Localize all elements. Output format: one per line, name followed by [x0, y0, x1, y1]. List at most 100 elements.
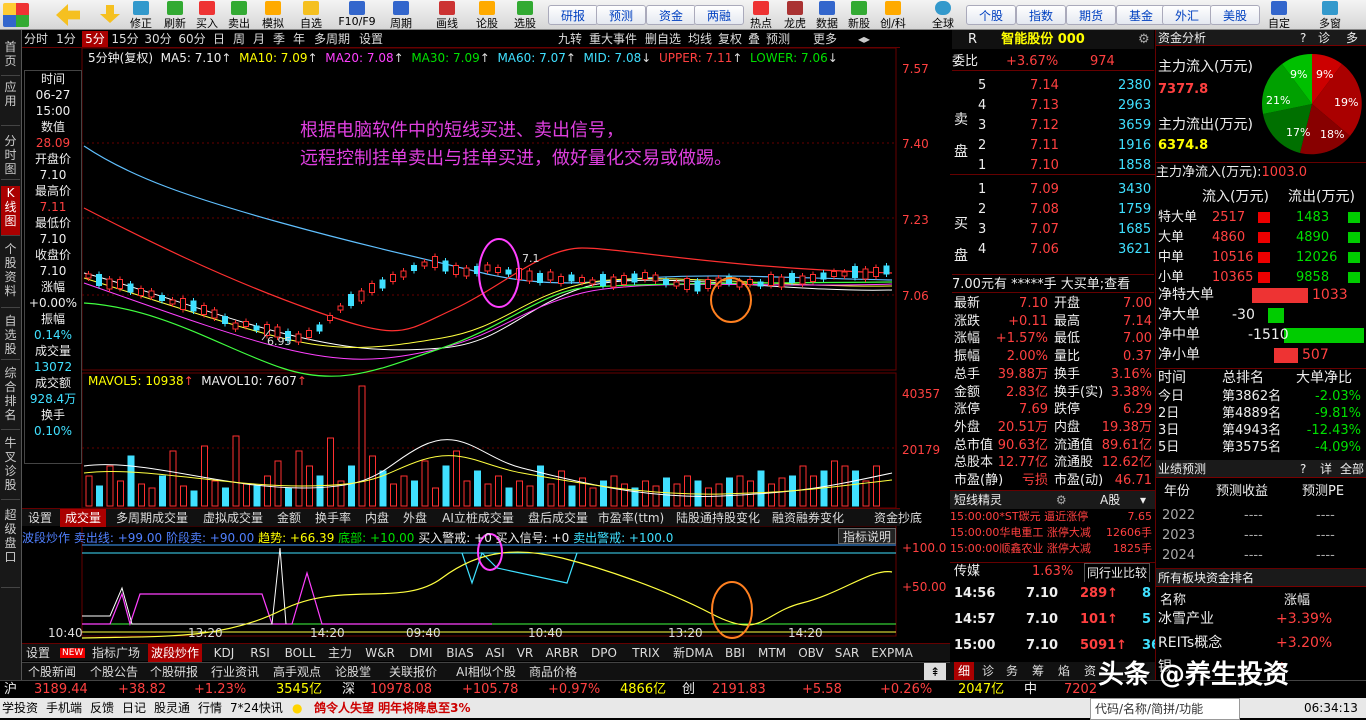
toolbar-btn-6[interactable]: F10/F9 [334, 0, 380, 30]
ind-tab-outer[interactable]: 外盘 [398, 509, 432, 527]
btn-events[interactable]: 重大事件 [586, 31, 640, 47]
diagnose-link[interactable]: 诊 [1318, 30, 1330, 46]
back-icon[interactable] [50, 0, 86, 30]
nav-superdisk[interactable]: 超级盘口 [1, 508, 20, 588]
news-tab-notice[interactable]: 个股公告 [86, 663, 142, 681]
toolbar-btn-16[interactable]: 全球 [926, 0, 960, 30]
ind-tab-after[interactable]: 盘后成交量 [522, 509, 594, 527]
news-tab-research[interactable]: 个股研报 [146, 663, 202, 681]
help-icon[interactable]: ? [1300, 30, 1306, 46]
elite-row[interactable]: 15:00:00华电重工 涨停大减 12606手 [950, 525, 1156, 541]
btn-ma[interactable]: 均线 [686, 31, 714, 47]
rtab-chips[interactable]: 筹 [1028, 662, 1048, 680]
period-settings[interactable]: 设置 [356, 31, 386, 47]
btab-settings[interactable]: 设置 [22, 644, 54, 662]
forward-icon[interactable] [92, 0, 128, 30]
toolbar-btn-17[interactable]: 自定 [1262, 0, 1296, 30]
chevron-down-icon[interactable]: ▾ [1140, 491, 1146, 509]
ind-tab-inner[interactable]: 内盘 [360, 509, 394, 527]
status-mobile[interactable]: 手机端 [46, 698, 82, 718]
period-30m[interactable]: 30分 [142, 31, 174, 47]
btab-dpo[interactable]: DPO [586, 644, 622, 662]
status-diary[interactable]: 日记 [122, 698, 146, 718]
elite-row[interactable]: 15:00:00*ST碳元 逼近涨停 7.65 [950, 509, 1156, 525]
tab-margin[interactable]: 两融 [694, 5, 744, 25]
toolbar-btn-8[interactable]: 画线 [430, 0, 464, 30]
toolbar-btn-2[interactable]: 买入 [190, 0, 224, 30]
btab-expma[interactable]: EXPMA [868, 644, 916, 662]
btab-rsi[interactable]: RSI [244, 644, 276, 662]
btab-mtm[interactable]: MTM [754, 644, 790, 662]
period-year[interactable]: 年 [290, 31, 308, 47]
rtab-diagnose[interactable]: 诊 [978, 662, 998, 680]
tab-forex[interactable]: 外汇 [1162, 5, 1212, 25]
nav-kline[interactable]: K线图 [1, 186, 20, 236]
btab-band[interactable]: 波段炒作 [148, 644, 202, 662]
btab-asi[interactable]: ASI [480, 644, 510, 662]
indicator-help-button[interactable]: 指标说明 [838, 528, 896, 544]
btab-trix[interactable]: TRIX [626, 644, 666, 662]
rtab-flame[interactable]: 焰 [1054, 662, 1074, 680]
ind-tab-ai[interactable]: AI立桩成交量 [436, 509, 520, 527]
tab-forecast[interactable]: 预测 [596, 5, 646, 25]
forecast-all-link[interactable]: 全部 [1340, 460, 1364, 478]
period-5m[interactable]: 5分 [82, 31, 108, 47]
period-fs[interactable]: 分时 [22, 31, 50, 47]
toolbar-btn-4[interactable]: 模拟 [256, 0, 290, 30]
btn-overlay[interactable]: 叠 [746, 31, 762, 47]
period-60m[interactable]: 60分 [176, 31, 208, 47]
tab-research[interactable]: 研报 [548, 5, 598, 25]
nav-timeshare[interactable]: 分时图 [1, 134, 20, 180]
more-link[interactable]: 多 [1346, 30, 1358, 46]
btab-indicator-square[interactable]: 指标广场 [86, 644, 146, 662]
rtab-capital[interactable]: 资 [1080, 662, 1100, 680]
btn-jiuzhuan[interactable]: 九转 [556, 31, 584, 47]
ind-tab-virtual-vol[interactable]: 虚拟成交量 [198, 509, 268, 527]
ind-tab-turnover[interactable]: 换手率 [310, 509, 356, 527]
toolbar-btn-9[interactable]: 论股 [470, 0, 504, 30]
ind-tab-multi-vol[interactable]: 多周期成交量 [110, 509, 194, 527]
period-15m[interactable]: 15分 [110, 31, 140, 47]
toolbar-btn-5[interactable]: 自选 [294, 0, 328, 30]
period-month[interactable]: 月 [250, 31, 268, 47]
btab-bbi[interactable]: BBI [720, 644, 750, 662]
btab-wr[interactable]: W&R [360, 644, 400, 662]
news-tab-ai-similar[interactable]: AI相似个股 [450, 663, 522, 681]
ind-tab-hk-connect[interactable]: 陆股通持股变化 [670, 509, 766, 527]
tab-capital[interactable]: 资金 [646, 5, 696, 25]
btab-main-force[interactable]: 主力 [324, 644, 356, 662]
big-order-row[interactable]: 7.00元有 *****手 大买单;查看 [952, 274, 1154, 293]
status-stocklink[interactable]: 股灵通 [154, 698, 190, 718]
elite-row[interactable]: 15:00:00顺鑫农业 涨停大减 1825手 [950, 541, 1156, 557]
ind-tab-pe[interactable]: 市盈率(ttm) [596, 509, 666, 527]
btab-boll[interactable]: BOLL [280, 644, 320, 662]
tab-index[interactable]: 指数 [1016, 5, 1066, 25]
forecast-help-icon[interactable]: ? [1300, 460, 1306, 478]
elite-filter[interactable]: A股 [1100, 491, 1120, 509]
nav-home[interactable]: 首页 [1, 40, 20, 76]
industry-compare-button[interactable]: 同行业比较 [1084, 563, 1151, 583]
status-feedback[interactable]: 反馈 [90, 698, 114, 718]
nav-ranking[interactable]: 综合排名 [1, 366, 20, 430]
tab-us-stock[interactable]: 美股 [1210, 5, 1260, 25]
ind-tab-volume[interactable]: 成交量 [60, 509, 106, 527]
tab-futures[interactable]: 期货 [1066, 5, 1116, 25]
toolbar-btn-11[interactable]: 热点 [744, 0, 778, 30]
btn-del-watch[interactable]: 删自选 [642, 31, 684, 47]
period-day[interactable]: 日 [210, 31, 228, 47]
collapse-icon[interactable]: ◂▸ [844, 31, 884, 47]
status-market[interactable]: 行情 [198, 698, 222, 718]
btab-arbr[interactable]: ARBR [542, 644, 582, 662]
nav-watchlist[interactable]: 自选股 [1, 314, 20, 360]
rtab-detail[interactable]: 细 [954, 662, 974, 680]
sector-row[interactable]: REITs概念 +3.20% [1156, 633, 1366, 653]
toolbar-btn-0[interactable]: 修正 [124, 0, 158, 30]
btab-sar[interactable]: SAR [832, 644, 862, 662]
period-week[interactable]: 周 [230, 31, 248, 47]
news-ticker[interactable]: 鸽令人失望 明年将降息至3% [314, 698, 471, 718]
status-flash[interactable]: 7*24快讯 [230, 698, 283, 718]
ind-tab-margin[interactable]: 融资融券变化 [768, 509, 848, 527]
period-quarter[interactable]: 季 [270, 31, 288, 47]
news-tab-industry[interactable]: 行业资讯 [206, 663, 264, 681]
elite-gear-icon[interactable]: ⚙ [1056, 493, 1067, 507]
